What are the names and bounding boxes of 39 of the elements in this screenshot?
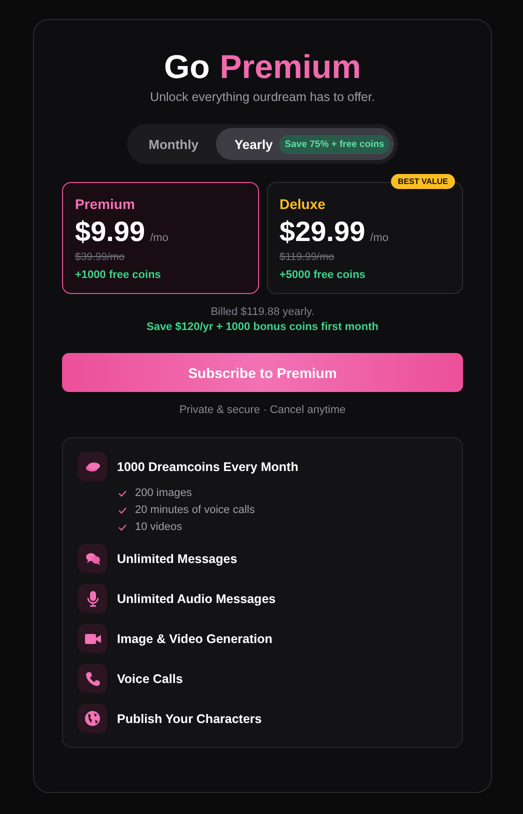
phone-icon xyxy=(86,672,100,686)
plan-name: Premium xyxy=(75,196,136,212)
video-camera-icon xyxy=(84,632,100,644)
chat-bubbles-icon xyxy=(84,552,100,566)
billing-tab[interactable]: Yearly xyxy=(234,136,273,152)
security-note: Private & secure · Cancel anytime xyxy=(178,404,347,416)
savings-note: Save $120/yr + 1000 bonus coins first month xyxy=(145,321,380,333)
save-badge: Save 75% + free coins xyxy=(278,134,390,154)
globe-icon xyxy=(85,711,100,726)
check-icon xyxy=(118,506,127,514)
feature-label: Publish Your Characters xyxy=(117,712,262,726)
free-coins: +5000 free coins xyxy=(280,269,366,281)
feature-detail: 10 videos xyxy=(135,521,182,533)
subtitle: Unlock everything ourdream has to offer. xyxy=(149,90,376,104)
plan-card[interactable]: Premium $9.99 /mo $39.99/mo +1000 free coins xyxy=(62,182,258,294)
feature-label: Unlimited Messages xyxy=(117,552,238,566)
best-value-badge: BEST VALUE xyxy=(390,174,455,189)
feature-detail: 20 minutes of voice calls xyxy=(135,504,255,516)
billing-note: Billed $119.88 yearly. xyxy=(210,306,316,318)
feature-label: Unlimited Audio Messages xyxy=(117,592,276,606)
price-unit: /mo xyxy=(150,232,168,244)
old-price: $39.99/mo xyxy=(75,251,126,263)
old-price: $119.99/mo xyxy=(280,251,336,263)
feature-label: 1000 Dreamcoins Every Month xyxy=(117,460,298,474)
billing-tab[interactable]: Monthly xyxy=(148,136,198,152)
price-unit: /mo xyxy=(370,232,388,244)
feature-detail: 200 images xyxy=(135,487,192,499)
title-text: Go xyxy=(164,48,210,86)
plan-name: Deluxe xyxy=(280,196,326,212)
check-icon xyxy=(118,524,127,530)
plan-price: $29.99 xyxy=(280,216,366,248)
plan-price: $9.99 xyxy=(75,216,146,248)
feature-label: Voice Calls xyxy=(117,672,183,686)
free-coins: +1000 free coins xyxy=(75,269,162,281)
title-accent: Premium xyxy=(220,48,362,86)
check-icon xyxy=(118,490,127,496)
microphone-icon xyxy=(86,590,98,606)
feature-label: Image & Video Generation xyxy=(117,632,272,646)
coins-icon xyxy=(84,460,100,472)
